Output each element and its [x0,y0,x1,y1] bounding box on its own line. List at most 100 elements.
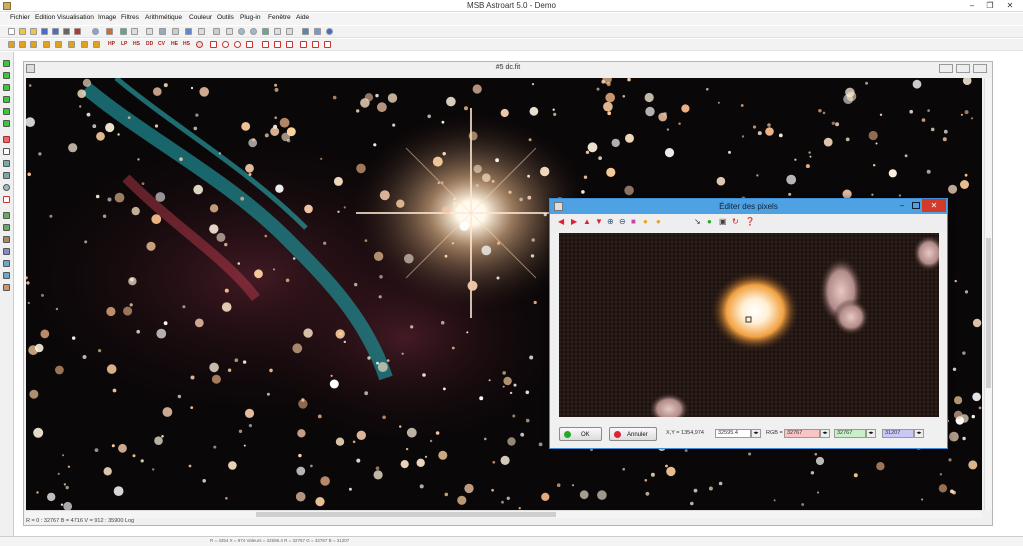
arrow-right-icon[interactable]: ▶ [571,218,577,226]
dialog-maximize-button[interactable] [912,202,920,209]
fill-icon[interactable]: ■ [631,218,636,226]
dialog-close-button[interactable]: ✕ [922,199,946,212]
tool-graph-icon[interactable] [3,172,10,179]
play-icon[interactable] [302,28,309,35]
process-icon-6[interactable] [68,41,75,48]
tool-stack-4-icon[interactable] [3,248,10,255]
frame-icon-1[interactable] [262,41,269,48]
process-icon-3[interactable] [30,41,37,48]
help-icon[interactable]: ❓ [745,218,755,226]
zoom-box-icon[interactable] [226,28,233,35]
filter-hs2-button[interactable]: HS [183,41,190,47]
image-window-close-button[interactable] [973,64,987,73]
export-icon[interactable] [74,28,81,35]
refresh-icon[interactable]: ↻ [732,218,739,226]
restore-button[interactable]: ❐ [984,1,996,10]
ok-button[interactable]: OK [559,427,602,441]
color-yellow-icon[interactable]: ● [643,218,648,226]
window-icon[interactable] [198,28,205,35]
help-icon[interactable] [326,28,333,35]
process-icon-2[interactable] [19,41,26,48]
tool-green-6-icon[interactable] [3,120,10,127]
blue-value-spinner[interactable]: ◂▸ [914,429,924,438]
image-window-restore-button[interactable] [956,64,970,73]
comment-icon[interactable] [262,28,269,35]
close-button[interactable]: ✕ [1004,1,1016,10]
filter-hp-button[interactable]: HP [108,41,115,47]
arrow-down-icon[interactable]: ▼ [595,218,603,226]
process-icon-1[interactable] [8,41,15,48]
pixel-zoom-view[interactable] [559,233,939,417]
menu-visualisation[interactable]: Visualisation [57,14,94,21]
print-icon[interactable]: ▣ [719,218,727,226]
tool-stack-6-icon[interactable] [3,272,10,279]
tool-green-1-icon[interactable] [3,60,10,67]
print-icon[interactable] [63,28,70,35]
view-icon[interactable] [172,28,179,35]
tool-stack-3-icon[interactable] [3,236,10,243]
tools-icon[interactable] [106,28,113,35]
grid-icon[interactable] [131,28,138,35]
save-icon[interactable] [41,28,48,35]
dialog-minimize-button[interactable]: – [896,201,908,210]
save-as-icon[interactable] [52,28,59,35]
panel-icon[interactable] [286,28,293,35]
tool-stack-5-icon[interactable] [3,260,10,267]
menu-filtres[interactable]: Filtres [121,14,139,21]
select-poly-icon[interactable] [246,41,253,48]
image-window-minimize-button[interactable] [939,64,953,73]
image-horizontal-scrollbar[interactable] [26,510,982,518]
cancel-button[interactable]: Annuler [609,427,657,441]
process-icon-7[interactable] [81,41,88,48]
red-value-field[interactable]: 32767 [784,429,820,438]
menu-couleur[interactable]: Couleur [189,14,212,21]
frame-icon-2[interactable] [274,41,281,48]
green-value-field[interactable]: 32767 [834,429,866,438]
select-rect-icon[interactable] [210,41,217,48]
filter-cv-button[interactable]: CV [158,41,165,47]
menu-arithmetique[interactable]: Arithmétique [145,14,182,21]
blue-value-field[interactable]: 31207 [882,429,914,438]
target-icon[interactable] [185,28,192,35]
tool-curve-icon[interactable] [3,196,10,203]
frame-icon-4[interactable] [300,41,307,48]
apply-green-icon[interactable]: ● [707,218,712,226]
filter-he-button[interactable]: HE [171,41,178,47]
arrow-up-icon[interactable]: ▲ [583,218,591,226]
frame-icon-3[interactable] [286,41,293,48]
zoom-in-icon[interactable] [238,28,245,35]
new-file-icon[interactable] [8,28,15,35]
image-icon[interactable] [159,28,166,35]
tool-pen-icon[interactable] [3,136,10,143]
menu-fichier[interactable]: Fichier [10,14,30,21]
tool-magnify-icon[interactable] [3,184,10,191]
pixel-value-field[interactable]: 32595.4 [715,429,751,438]
zoom-out-icon[interactable]: ⊖ [619,218,626,226]
process-icon-4[interactable] [43,41,50,48]
tool-green-3-icon[interactable] [3,84,10,91]
tool-stack-2-icon[interactable] [3,224,10,231]
open-recent-icon[interactable] [30,28,37,35]
process-icon-8[interactable] [93,41,100,48]
tool-green-5-icon[interactable] [3,108,10,115]
pixel-value-spinner[interactable]: ◂▸ [751,429,761,438]
menu-outils[interactable]: Outils [217,14,234,21]
tool-stack-7-icon[interactable] [3,284,10,291]
tool-chart-icon[interactable] [3,160,10,167]
arrow-left-icon[interactable]: ◀ [558,218,564,226]
menu-plugin[interactable]: Plug-in [240,14,261,21]
pixel-editor-titlebar[interactable]: Éditer des pixels – ✕ [550,199,947,214]
menu-fenetre[interactable]: Fenêtre [268,14,291,21]
select-circle-icon[interactable] [222,41,229,48]
green-value-spinner[interactable]: ◂▸ [866,429,876,438]
frame-icon-6[interactable] [324,41,331,48]
refresh-icon[interactable] [92,28,99,35]
color-orange-icon[interactable]: ● [656,218,661,226]
frame-icon-5[interactable] [312,41,319,48]
tool-pointer-icon[interactable] [3,148,10,155]
zoom-out-icon[interactable] [250,28,257,35]
minimize-button[interactable]: – [966,1,978,10]
tool-green-4-icon[interactable] [3,96,10,103]
menu-image[interactable]: Image [98,14,116,21]
red-value-spinner[interactable]: ◂▸ [820,429,830,438]
